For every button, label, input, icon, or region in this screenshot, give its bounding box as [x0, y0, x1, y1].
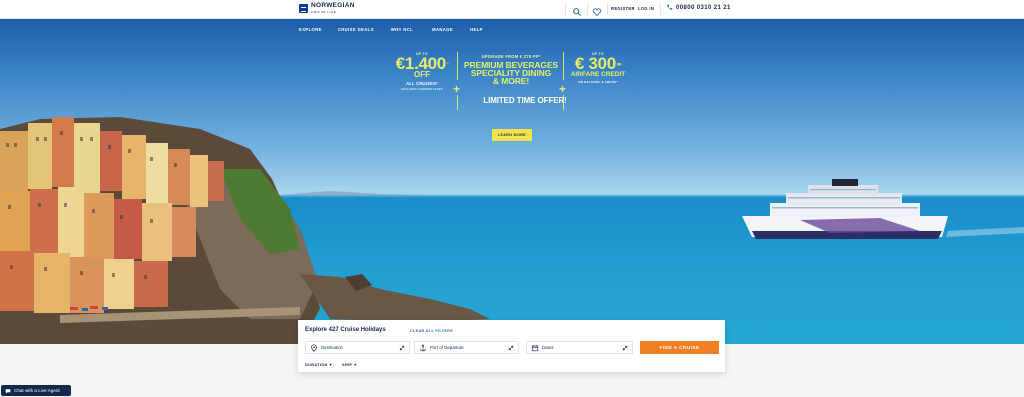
- logo-mark-icon: [299, 3, 308, 13]
- search-title: Explore 427 Cruise Holidays: [305, 327, 386, 333]
- cruise-search-panel: Explore 427 Cruise Holidays CLEAR ALL FI…: [298, 320, 725, 372]
- promo-amount-1: €1.400*: [393, 55, 451, 72]
- promo-amount-3-sup: pp: [616, 61, 622, 66]
- calendar-icon: [531, 344, 539, 351]
- limited-offer-text: LIMITED TIME OFFER!: [483, 96, 567, 105]
- promo-line-3: AIRFARE CREDIT: [570, 71, 626, 78]
- chevron-down-icon: ▾: [354, 362, 357, 367]
- brand-logo[interactable]: NORWEGIAN CRUISE LINE: [299, 2, 355, 14]
- ship-filter[interactable]: SHIP ▾: [342, 362, 357, 367]
- promo-plus-2: +: [559, 82, 567, 96]
- anchor-icon: [420, 344, 426, 351]
- promo-beverages: UPGRADE FROM € 279 PP* PREMIUM BEVERAGES…: [461, 54, 561, 85]
- phone-icon: [667, 4, 673, 10]
- dates-select[interactable]: Dates: [526, 341, 633, 354]
- nav-cruise-deals[interactable]: CRUISE DEALS: [338, 27, 374, 32]
- duration-filter[interactable]: DURATION ▾: [305, 362, 332, 367]
- promo-line-2c: & MORE!: [492, 76, 530, 86]
- destination-label: Destination: [321, 345, 343, 350]
- expand-icon: [508, 345, 514, 350]
- nav-help[interactable]: HELP: [470, 27, 483, 32]
- expand-icon: [399, 345, 405, 350]
- promo-line-1: ALL CRUISES*: [406, 81, 438, 86]
- find-a-cruise-button[interactable]: FIND A CRUISE: [640, 341, 719, 354]
- top-bar: NORWEGIAN CRUISE LINE REGISTER LOG IN 00…: [0, 0, 1024, 19]
- main-nav: EXPLORE CRUISE DEALS WHY NCL MANAGE HELP: [299, 27, 483, 32]
- logo-sub-text: CRUISE LINE: [311, 9, 337, 14]
- location-pin-icon: [311, 343, 317, 352]
- clear-filters-link[interactable]: CLEAR ALL FILTERS: [410, 329, 453, 333]
- promo-divider: [457, 52, 458, 80]
- divider: [660, 3, 661, 15]
- live-chat-label: Chat with a Live Agent: [14, 388, 60, 393]
- promo-airfare: UP TO € 300pp AIRFARE CREDIT ON BALCONY …: [569, 52, 627, 84]
- search-icon[interactable]: [572, 4, 582, 16]
- nav-manage[interactable]: MANAGE: [432, 27, 453, 32]
- chevron-down-icon: ▾: [329, 362, 332, 367]
- promo-fine-3: ON BALCONY & ABOVE*: [578, 80, 618, 84]
- dates-label: Dates: [542, 345, 554, 350]
- chat-bubble-icon: [5, 388, 11, 393]
- divider: [607, 3, 608, 15]
- page: NORWEGIAN CRUISE LINE REGISTER LOG IN 00…: [0, 0, 1024, 397]
- learn-more-button[interactable]: LEARN MORE: [492, 129, 532, 141]
- port-label: Port of Departure: [430, 345, 464, 350]
- heart-icon[interactable]: [592, 4, 602, 17]
- divider: [587, 3, 588, 15]
- live-chat-button[interactable]: Chat with a Live Agent: [1, 385, 71, 396]
- logo-main-text: NORWEGIAN: [311, 2, 355, 9]
- phone-contact[interactable]: 00800 0310 21 21: [666, 4, 731, 11]
- logo-text: NORWEGIAN CRUISE LINE: [311, 2, 355, 14]
- nav-why-ncl[interactable]: WHY NCL: [391, 27, 413, 32]
- promo-discount: UP TO €1.400* OFF ALL CRUISES* EXCLUDES …: [393, 52, 451, 91]
- ship-filter-label: SHIP: [342, 362, 353, 367]
- promo-plus-1: +: [453, 82, 461, 96]
- expand-icon: [622, 345, 628, 350]
- promo-amount-1-sup: *: [446, 61, 449, 66]
- duration-filter-label: DURATION: [305, 362, 328, 367]
- promo-headline-2: UPGRADE FROM € 279 PP*: [481, 54, 541, 59]
- nav-explore[interactable]: EXPLORE: [299, 27, 322, 32]
- promo-amount-3: € 300pp: [569, 55, 627, 72]
- promo-divider: [563, 52, 564, 80]
- phone-number: 00800 0310 21 21: [676, 4, 731, 11]
- hero-banner: EXPLORE CRUISE DEALS WHY NCL MANAGE HELP…: [0, 19, 1024, 344]
- register-link[interactable]: REGISTER: [611, 6, 635, 11]
- promo-divider: [457, 95, 458, 110]
- destination-select[interactable]: Destination: [305, 341, 410, 354]
- promo-fine-1: EXCLUDES SUBDUED FARES: [401, 88, 443, 91]
- divider: [565, 3, 566, 15]
- login-link[interactable]: LOG IN: [638, 6, 654, 11]
- port-of-departure-select[interactable]: Port of Departure: [414, 341, 519, 354]
